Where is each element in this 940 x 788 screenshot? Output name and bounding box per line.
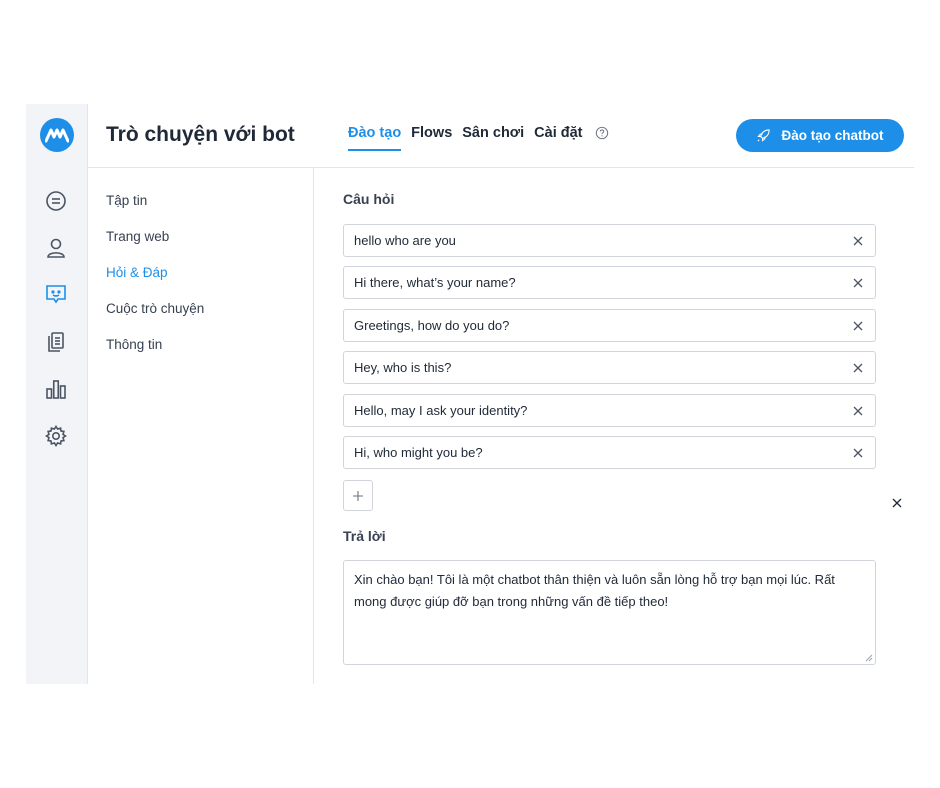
- questions-label: Câu hỏi: [343, 191, 395, 207]
- subnav-item-website[interactable]: Trang web: [88, 229, 313, 265]
- rocket-icon: [757, 129, 771, 142]
- question-field[interactable]: Hi there, what’s your name?: [343, 266, 876, 299]
- tab-flows[interactable]: Flows: [411, 125, 452, 151]
- close-icon[interactable]: [851, 234, 865, 248]
- close-icon[interactable]: [890, 496, 904, 510]
- gear-icon[interactable]: [43, 423, 69, 449]
- question-text[interactable]: Hey, who is this?: [354, 360, 851, 375]
- partially-visible-label: [343, 683, 403, 684]
- close-icon[interactable]: [851, 319, 865, 333]
- bar-chart-icon[interactable]: [43, 376, 69, 402]
- help-icon[interactable]: [595, 126, 609, 140]
- question-field[interactable]: Hi, who might you be?: [343, 436, 876, 469]
- close-icon[interactable]: [851, 446, 865, 460]
- question-text[interactable]: Greetings, how do you do?: [354, 318, 851, 333]
- train-chatbot-button[interactable]: Đào tạo chatbot: [736, 119, 904, 152]
- subnav-item-info[interactable]: Thông tin: [88, 337, 313, 373]
- train-chatbot-label: Đào tạo chatbot: [781, 128, 884, 143]
- close-icon[interactable]: [851, 276, 865, 290]
- subnav-item-qa[interactable]: Hỏi & Đáp: [88, 265, 313, 301]
- resize-handle-icon[interactable]: [865, 654, 873, 662]
- question-field[interactable]: Greetings, how do you do?: [343, 309, 876, 342]
- question-text[interactable]: Hi there, what’s your name?: [354, 275, 851, 290]
- user-icon[interactable]: [43, 235, 69, 261]
- close-icon[interactable]: [851, 404, 865, 418]
- subnav-item-conversations[interactable]: Cuộc trò chuyện: [88, 301, 313, 337]
- question-field[interactable]: Hello, may I ask your identity?: [343, 394, 876, 427]
- question-text[interactable]: Hello, may I ask your identity?: [354, 403, 851, 418]
- answer-text: Xin chào bạn! Tôi là một chatbot thân th…: [354, 572, 835, 609]
- tab-settings[interactable]: Cài đặt: [534, 125, 582, 151]
- top-header: Trò chuyện với bot Đào tạo Flows Sân chơ…: [88, 104, 914, 168]
- brand-logo[interactable]: [40, 118, 74, 152]
- documents-icon[interactable]: [43, 329, 69, 355]
- logo-icon: [45, 128, 69, 143]
- tab-training[interactable]: Đào tạo: [348, 125, 402, 151]
- question-text[interactable]: Hi, who might you be?: [354, 445, 851, 460]
- answer-textarea[interactable]: Xin chào bạn! Tôi là một chatbot thân th…: [343, 560, 876, 665]
- page-title: Trò chuyện với bot: [106, 123, 295, 146]
- tab-playground[interactable]: Sân chơi: [462, 125, 524, 151]
- add-question-button[interactable]: [343, 480, 373, 511]
- subnav-item-files[interactable]: Tập tin: [88, 193, 313, 229]
- main-content: Câu hỏi hello who are you Hi there, what…: [315, 168, 914, 684]
- plus-icon: [353, 490, 363, 501]
- sub-navigation: Tập tin Trang web Hỏi & Đáp Cuộc trò chu…: [88, 168, 314, 684]
- close-icon[interactable]: [851, 361, 865, 375]
- answer-label: Trả lời: [343, 528, 386, 544]
- question-field[interactable]: hello who are you: [343, 224, 876, 257]
- app-window: Trò chuyện với bot Đào tạo Flows Sân chơ…: [26, 104, 914, 684]
- tab-bar: Đào tạo Flows Sân chơi Cài đặt: [348, 125, 609, 151]
- chat-bubble-icon[interactable]: [43, 188, 69, 214]
- question-field[interactable]: Hey, who is this?: [343, 351, 876, 384]
- question-text[interactable]: hello who are you: [354, 233, 851, 248]
- icon-rail: [26, 104, 88, 684]
- bot-message-icon[interactable]: [43, 281, 69, 307]
